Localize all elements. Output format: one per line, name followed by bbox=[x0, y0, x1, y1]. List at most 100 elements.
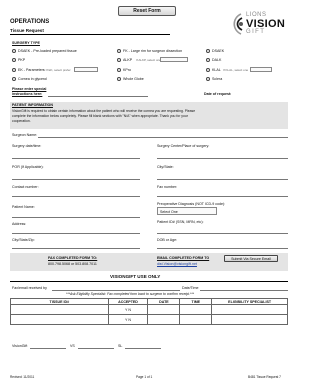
option-label: DSAEK - Pre-loaded prepared tissue bbox=[18, 49, 77, 53]
patient-info-text: VisionGift is required to obtain certain… bbox=[12, 109, 196, 113]
office-divider bbox=[10, 281, 288, 282]
fax-number-field[interactable] bbox=[157, 196, 288, 197]
page-title: OPERATIONS bbox=[10, 19, 50, 25]
table-cell[interactable] bbox=[179, 304, 213, 315]
footer-page: Page 1 of 1 bbox=[136, 375, 153, 379]
special-instructions-field[interactable] bbox=[48, 96, 148, 97]
fax-received-label: Fax/email received by bbox=[12, 286, 47, 290]
option-label: DSAEK bbox=[212, 49, 225, 53]
submit-secure-email-button[interactable]: Submit Via Secure Email bbox=[224, 255, 278, 262]
table-cell[interactable] bbox=[211, 314, 288, 325]
fax-to-number: 800.798.5068 or 503.808.7011 bbox=[48, 262, 97, 266]
table-cell[interactable] bbox=[10, 304, 109, 315]
city-state-zip-label: City/State/Zip: bbox=[12, 238, 35, 242]
radio-sclera[interactable] bbox=[206, 77, 210, 81]
radio-dsaek[interactable] bbox=[206, 49, 210, 53]
contact-number-field[interactable] bbox=[12, 196, 140, 197]
radio-pkp[interactable] bbox=[12, 58, 16, 62]
date-of-request-label: Date of request: bbox=[204, 92, 232, 96]
email-to-label: EMAIL COMPLETED FORM TO bbox=[157, 256, 210, 260]
visiongift-label: VisionGift bbox=[12, 344, 28, 348]
radio-kpro[interactable] bbox=[117, 68, 121, 72]
preop-diagnosis-select[interactable]: Select One bbox=[157, 207, 217, 215]
radio-klal[interactable] bbox=[206, 68, 210, 72]
table-row: Y N bbox=[10, 314, 288, 325]
table-cell[interactable] bbox=[147, 314, 181, 325]
por-field[interactable] bbox=[12, 179, 140, 180]
city-state-field[interactable] bbox=[157, 179, 288, 180]
surgery-center-label: Surgery Center/Place of surgery: bbox=[157, 144, 210, 148]
table-cell[interactable] bbox=[10, 314, 109, 325]
table-cell[interactable]: Y N bbox=[107, 314, 149, 325]
table-cell[interactable] bbox=[179, 314, 213, 325]
logo-text-bottom: GIFT bbox=[246, 29, 266, 35]
radio-cornea-glycerol[interactable] bbox=[12, 77, 16, 81]
city-state-zip-field[interactable] bbox=[12, 248, 140, 249]
option-note: If KLAL, select one bbox=[223, 68, 249, 72]
surgery-date-label: Surgery date/time: bbox=[12, 144, 42, 148]
dob-age-label: DOB or Age: bbox=[157, 238, 178, 242]
radio-ek[interactable] bbox=[12, 68, 16, 72]
surgeon-name-label: Surgeon Name: bbox=[12, 133, 38, 137]
footer-code: B481 Tissue Request 7 bbox=[248, 375, 281, 379]
patient-name-label: Patient Name: bbox=[12, 205, 35, 209]
preop-diagnosis-label: Preoperative Diagnosis (NOT ICD-9 code): bbox=[157, 202, 226, 206]
table-cell[interactable] bbox=[211, 304, 288, 315]
option-note: If EK, select prefer bbox=[46, 68, 71, 72]
option-label: Sclera bbox=[212, 77, 223, 81]
patient-name-field[interactable] bbox=[12, 217, 140, 218]
option-label: Whole Globe bbox=[123, 77, 144, 81]
option-label: EK - Parameters: bbox=[18, 68, 46, 72]
sl-field[interactable] bbox=[125, 348, 161, 349]
page-subtitle: Tissue Request bbox=[10, 28, 44, 33]
patient-info-text: cooperation. bbox=[12, 119, 31, 123]
option-label: Cornea in glycerol bbox=[18, 77, 47, 81]
surgery-type-heading: SURGERY TYPE bbox=[12, 41, 40, 45]
vs-label: VS bbox=[70, 344, 75, 348]
radio-whole-globe[interactable] bbox=[117, 77, 121, 81]
patient-id-label: Patient ID# (SSN, MRN, etc): bbox=[157, 220, 204, 224]
option-label: FK - Large rim for surgeon dissection bbox=[123, 49, 183, 53]
table-cell[interactable]: Y N bbox=[107, 304, 149, 315]
radio-dalk[interactable] bbox=[206, 58, 210, 62]
address-field[interactable] bbox=[12, 233, 140, 234]
special-instructions-label: Please enter special bbox=[12, 87, 47, 91]
dob-age-field[interactable] bbox=[157, 248, 288, 249]
date-time-field[interactable] bbox=[200, 290, 288, 291]
fax-received-field[interactable] bbox=[52, 290, 180, 291]
table-cell[interactable] bbox=[147, 304, 181, 315]
vs-field[interactable] bbox=[78, 348, 114, 349]
ek-select[interactable] bbox=[74, 67, 98, 72]
date-time-label: Date/Time bbox=[182, 286, 199, 290]
surgery-center-field[interactable] bbox=[157, 158, 288, 159]
visiongift-field[interactable] bbox=[30, 348, 66, 349]
reset-form-button[interactable]: Reset Form bbox=[118, 6, 176, 16]
surgery-date-field[interactable] bbox=[12, 158, 140, 159]
patient-info-heading: PATIENT INFORMATION bbox=[12, 103, 53, 107]
tissue-table: TISSUE ID# ACCEPTED DATE TIME ELIGIBILIT… bbox=[10, 298, 288, 325]
fax-number-label: Fax number: bbox=[157, 185, 178, 189]
email-address-link[interactable]: dist.Vision@visiongift.net bbox=[157, 262, 197, 266]
eye-logo-icon bbox=[233, 13, 243, 35]
option-label: KLAL bbox=[212, 68, 221, 72]
radio-fk[interactable] bbox=[117, 49, 121, 53]
por-label: POR (If Applicable): bbox=[12, 165, 44, 169]
option-label: PKP bbox=[18, 58, 26, 62]
radio-dsaek-preloaded[interactable] bbox=[12, 49, 16, 53]
select-value: Select One bbox=[160, 209, 178, 214]
option-note: If ALKP, select one bbox=[136, 58, 161, 62]
fax-to-label: FAX COMPLETED FORM TO: bbox=[48, 256, 98, 260]
alkp-select[interactable] bbox=[160, 57, 188, 62]
surgeon-name-field[interactable] bbox=[38, 137, 288, 138]
option-label: KPro bbox=[123, 68, 131, 72]
footer-revised: Revised: 11/2011 bbox=[10, 375, 35, 379]
radio-alkp[interactable] bbox=[117, 58, 121, 62]
patient-info-text: complete the information below completel… bbox=[12, 114, 188, 118]
table-row: Y N bbox=[10, 304, 288, 315]
option-label: ALKP bbox=[123, 58, 133, 62]
patient-id-field[interactable] bbox=[157, 233, 288, 234]
office-use-heading: VISIONGIFT USE ONLY bbox=[110, 274, 161, 279]
contact-number-label: Contact number: bbox=[12, 185, 39, 189]
klal-select[interactable] bbox=[250, 67, 272, 72]
option-label: DALK bbox=[212, 58, 222, 62]
